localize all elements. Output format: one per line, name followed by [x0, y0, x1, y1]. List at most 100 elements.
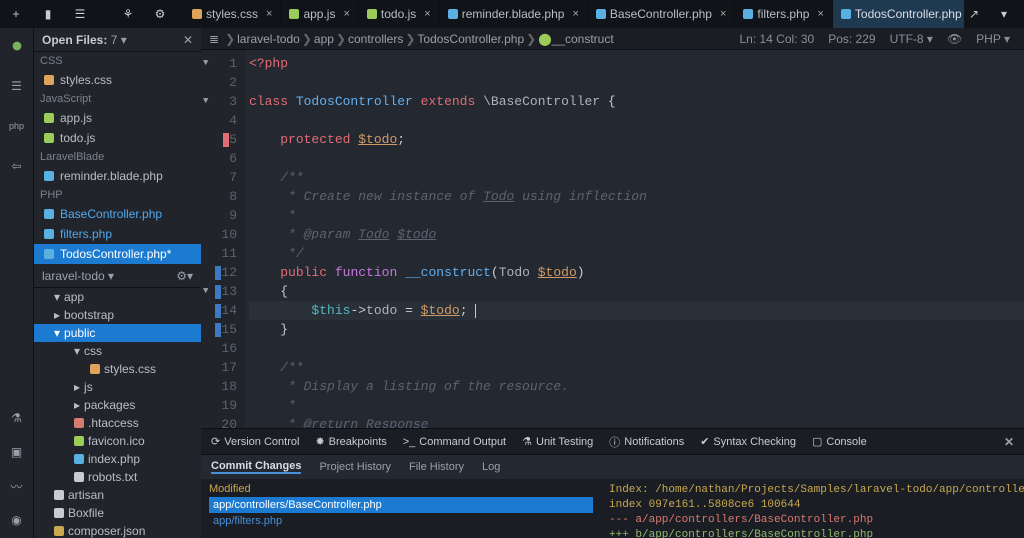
eye-icon[interactable]: 👁: [947, 32, 962, 46]
open-file-TodosController.php*[interactable]: TodosController.php*: [34, 244, 201, 264]
mod-app/controllers/BaseController.php[interactable]: app/controllers/BaseController.php: [209, 497, 593, 513]
project-gear-icon[interactable]: ⚙▾: [176, 269, 193, 283]
open-files-title: Open Files:: [42, 33, 107, 47]
tree-bootstrap[interactable]: ▸ bootstrap: [34, 306, 201, 324]
bsub-File History[interactable]: File History: [409, 461, 464, 473]
tree-favicon.ico[interactable]: favicon.ico: [34, 432, 201, 450]
editor-tabs: styles.css×app.js×todo.js×reminder.blade…: [184, 0, 964, 28]
btab-Notifications[interactable]: ⓘNotifications: [609, 434, 684, 450]
mod-app/filters.php[interactable]: app/filters.php: [209, 513, 593, 529]
activity-php-icon[interactable]: php: [7, 116, 27, 136]
diff-line: --- a/app/controllers/BaseController.php: [609, 513, 1016, 528]
activity-b-icon[interactable]: ☰: [7, 76, 27, 96]
bsub-Project History[interactable]: Project History: [319, 461, 391, 473]
chart-icon[interactable]: 〰: [7, 476, 27, 496]
status-lang[interactable]: PHP ▾: [976, 32, 1010, 46]
tree-index.php[interactable]: index.php: [34, 450, 201, 468]
breadcrumb[interactable]: ❯ laravel-todo ❯ app ❯ controllers ❯ Tod…: [223, 32, 614, 46]
tab-styles.css[interactable]: styles.css×: [184, 0, 281, 28]
status-enc[interactable]: UTF-8 ▾: [890, 32, 933, 46]
main-area: ≣ ❯ laravel-todo ❯ app ❯ controllers ❯ T…: [201, 28, 1024, 538]
close-icon[interactable]: ×: [817, 8, 823, 20]
tree-app[interactable]: ▾ app: [34, 288, 201, 306]
tree-styles.css[interactable]: styles.css: [34, 360, 201, 378]
tab-app.js[interactable]: app.js×: [281, 0, 358, 28]
diff-view: Index: /home/nathan/Projects/Samples/lar…: [601, 479, 1024, 538]
diff-line: +++ b/app/controllers/BaseController.php: [609, 528, 1016, 538]
diff-line: Index: /home/nathan/Projects/Samples/lar…: [609, 483, 1016, 498]
status-right: Ln: 14 Col: 30 Pos: 229 UTF-8 ▾ 👁 PHP ▾: [739, 32, 1016, 46]
tab-reminder.blade.php[interactable]: reminder.blade.php×: [440, 0, 588, 28]
modified-label: Modified: [209, 483, 593, 495]
add-icon[interactable]: +: [6, 4, 26, 24]
tree-public[interactable]: ▾ public: [34, 324, 201, 342]
open-file-filters.php[interactable]: filters.php: [34, 224, 201, 244]
tree-css[interactable]: ▾ css: [34, 342, 201, 360]
file-icon[interactable]: ▮: [38, 4, 58, 24]
tab-todo.js[interactable]: todo.js×: [359, 0, 440, 28]
bottom-tabs: ⟳Version Control ✸Breakpoints >_Command Ou…: [201, 429, 1024, 455]
breadcrumb-home-icon[interactable]: ≣: [209, 32, 219, 46]
open-file-BaseController.php[interactable]: BaseController.php: [34, 204, 201, 224]
breadcrumb-bar: ≣ ❯ laravel-todo ❯ app ❯ controllers ❯ T…: [201, 28, 1024, 50]
activity-bar: ☰ php ⇦ ⚗ ▣ 〰 ◉: [0, 28, 34, 538]
top-right-icons: ↗ ▾: [964, 4, 1018, 24]
close-all-icon[interactable]: ✕: [183, 33, 193, 47]
file-tree: ▾ app▸ bootstrap▾ public▾ css styles.css…: [34, 288, 201, 538]
img-icon[interactable]: ▣: [7, 442, 27, 462]
bsub-Log[interactable]: Log: [482, 461, 500, 473]
open-file-reminder.blade.php[interactable]: reminder.blade.php: [34, 166, 201, 186]
tab-TodosController.php *[interactable]: TodosController.php *×: [833, 0, 964, 28]
bsub-Commit Changes[interactable]: Commit Changes: [211, 460, 301, 474]
close-icon[interactable]: ×: [720, 8, 726, 20]
top-bar: + ▮ ☰ ⚘ ⚙ styles.css×app.js×todo.js×remi…: [0, 0, 1024, 28]
open-files-header[interactable]: Open Files: 7 ▾ ✕: [34, 28, 201, 52]
activity-a-icon[interactable]: [7, 36, 27, 56]
group-JavaScript: JavaScript: [34, 90, 201, 108]
btab-Command Output[interactable]: >_Command Output: [403, 436, 506, 448]
tree-robots.txt[interactable]: robots.txt: [34, 468, 201, 486]
open-file-styles.css[interactable]: styles.css: [34, 70, 201, 90]
bottom-subtabs: Commit Changes Project History File Histor…: [201, 455, 1024, 479]
tree-Boxfile[interactable]: Boxfile: [34, 504, 201, 522]
tree-packages[interactable]: ▸ packages: [34, 396, 201, 414]
btab-Unit Testing[interactable]: ⚗Unit Testing: [522, 435, 593, 448]
close-icon[interactable]: ×: [266, 8, 272, 20]
btab-Breakpoints[interactable]: ✸Breakpoints: [315, 435, 386, 448]
tree-composer.json[interactable]: composer.json: [34, 522, 201, 538]
open-file-app.js[interactable]: app.js: [34, 108, 201, 128]
diff-line: index 097e161..5808ce6 100644: [609, 498, 1016, 513]
group-LaravelBlade: LaravelBlade: [34, 148, 201, 166]
bottom-body: Modified app/controllers/BaseController.…: [201, 479, 1024, 538]
project-header[interactable]: laravel-todo ▾ ⚙▾: [34, 264, 201, 288]
settings-icon[interactable]: ⚙: [150, 4, 170, 24]
people-icon[interactable]: ⚘: [118, 4, 138, 24]
close-icon[interactable]: ×: [572, 8, 578, 20]
group-PHP: PHP: [34, 186, 201, 204]
close-icon[interactable]: ×: [424, 8, 430, 20]
beaker-icon[interactable]: ⚗: [7, 408, 27, 428]
btab-Console[interactable]: ▢Console: [812, 435, 867, 448]
btab-Version Control[interactable]: ⟳Version Control: [211, 435, 299, 448]
open-files-count: 7: [111, 33, 118, 47]
rec-icon[interactable]: ◉: [7, 510, 27, 530]
tree-.htaccess[interactable]: .htaccess: [34, 414, 201, 432]
close-icon[interactable]: ×: [343, 8, 349, 20]
changes-list: Modified app/controllers/BaseController.…: [201, 479, 601, 538]
code-editor[interactable]: ▼12▼3456789101112▼13141516171819202122 <…: [201, 50, 1024, 428]
tree-js[interactable]: ▸ js: [34, 378, 201, 396]
menu-icon[interactable]: ▾: [994, 4, 1014, 24]
tree-artisan[interactable]: artisan: [34, 486, 201, 504]
top-left-icons: + ▮ ☰ ⚘ ⚙: [6, 4, 170, 24]
close-panel-icon[interactable]: ✕: [1004, 435, 1014, 449]
tab-filters.php[interactable]: filters.php×: [735, 0, 832, 28]
tab-BaseController.php[interactable]: BaseController.php×: [588, 0, 736, 28]
bottom-panel: ⟳Version Control ✸Breakpoints >_Command Ou…: [201, 428, 1024, 538]
open-file-todo.js[interactable]: todo.js: [34, 128, 201, 148]
activity-share-icon[interactable]: ⇦: [7, 156, 27, 176]
database-icon[interactable]: ☰: [70, 4, 90, 24]
layout-icon[interactable]: ↗: [964, 4, 984, 24]
btab-Syntax Checking[interactable]: ✔Syntax Checking: [700, 435, 796, 448]
status-pos: Pos: 229: [828, 32, 875, 46]
status-ln: Ln: 14 Col: 30: [739, 32, 814, 46]
